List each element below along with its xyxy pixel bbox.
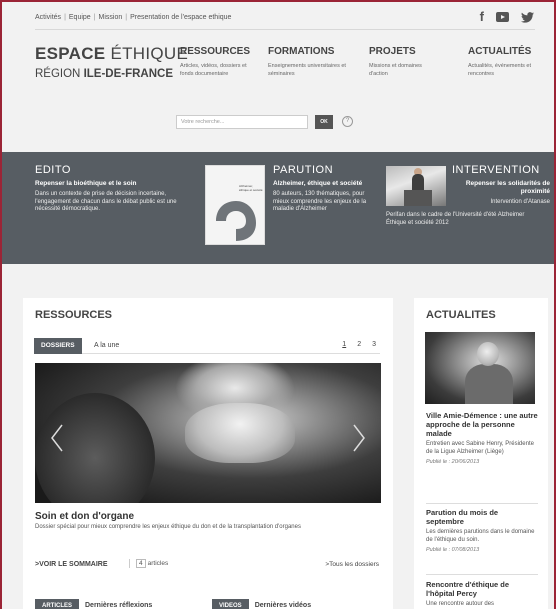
search-button[interactable]: OK: [315, 115, 333, 129]
article-count-number: 4: [136, 559, 146, 568]
videos-tabbar: VIDEOS Dernières vidéos: [212, 594, 311, 609]
parution-block[interactable]: PARUTION Alzheimer, éthique et société 8…: [273, 164, 373, 214]
edito-heading: EDITO: [35, 164, 71, 176]
news-desc: Entretien avec Sabine Henry, Présidente …: [426, 441, 534, 455]
hero-image[interactable]: [35, 363, 381, 503]
hero-footer: >VOIR LE SOMMAIRE 4 articles >Tous les do…: [35, 556, 381, 574]
parution-text: 80 auteurs, 130 thématiques, pour mieux …: [273, 191, 367, 212]
actualite-photo[interactable]: [425, 332, 535, 404]
photo-person-face: [477, 342, 499, 366]
intervention-text: Perifan dans le cadre de l'Université d'…: [386, 212, 525, 226]
article-count-label: articles: [147, 560, 169, 567]
intervention-block[interactable]: INTERVENTION Repenser les solidarités de…: [452, 164, 552, 207]
intervention-text-right: Intervention d'Atanase: [490, 199, 550, 205]
top-divider: [35, 29, 535, 30]
logo-espace: ESPACE: [35, 44, 106, 63]
intervention-subtitle: Repenser les solidarités de proximité: [465, 180, 550, 195]
search-input[interactable]: Votre recherche...: [176, 115, 308, 129]
nav-title: ACTUALITÉS: [468, 46, 532, 57]
news-date: Publié le : 07/08/2013: [426, 547, 480, 553]
top-link-mission[interactable]: Mission: [99, 14, 123, 21]
news-desc: Les dernières parutions dans le domaine …: [426, 529, 535, 543]
news-divider: [426, 503, 538, 504]
actualites-title: ACTUALITES: [426, 309, 496, 321]
social-links: f: [480, 10, 534, 24]
top-link-activites[interactable]: Activités: [35, 14, 61, 21]
dossiers-tabbar: DOSSIERS A la une 1 2 3: [34, 338, 380, 354]
voir-sommaire-link[interactable]: >VOIR LE SOMMAIRE: [35, 561, 108, 568]
featured-band: EDITO Repenser la bioéthique et le soin …: [2, 152, 554, 264]
articles-tabbar: ARTICLES Dernières réflexions: [35, 594, 152, 609]
page-frame: Activités | Equipe | Mission | Presentation de…: [0, 0, 556, 609]
edito-block[interactable]: EDITO Repenser la bioéthique et le soin …: [35, 164, 200, 214]
logo-region: RÉGION: [35, 68, 84, 80]
nav-desc: Enseignements universitaires et séminair…: [268, 63, 346, 77]
tab-a-la-une: A la une: [94, 342, 120, 349]
news-title: Rencontre d'éthique de l'hôpital Percy: [426, 580, 510, 598]
nav-title: RESSOURCES: [180, 46, 251, 57]
nav-desc: Missions et domaines d'action: [369, 63, 422, 77]
edito-text: Dans un contexte de prise de décision in…: [35, 191, 177, 212]
news-item[interactable]: Ville Amie-Démence : une autre approche …: [426, 411, 538, 465]
nav-desc: Articles, vidéos, dossiers et fonds docu…: [180, 63, 247, 77]
news-item[interactable]: Parution du mois de septembre Les derniè…: [426, 508, 538, 553]
parution-subtitle: Alzheimer, éthique et société: [273, 180, 363, 187]
news-title: Ville Amie-Démence : une autre approche …: [426, 411, 538, 438]
nav-projets[interactable]: PROJETS Missions et domaines d'action: [369, 46, 439, 78]
hero-title[interactable]: Soin et don d'organe: [35, 511, 134, 522]
prev-arrow-icon[interactable]: [49, 423, 65, 453]
photo-person-body: [465, 364, 513, 404]
tab-dossiers[interactable]: DOSSIERS: [34, 338, 82, 354]
ressources-title: RESSOURCES: [35, 309, 113, 321]
tab-videos[interactable]: VIDEOS: [212, 599, 249, 609]
parution-heading: PARUTION: [273, 164, 334, 176]
intervention-heading: INTERVENTION: [452, 164, 540, 176]
nav-title: PROJETS: [369, 46, 416, 57]
tous-dossiers-link[interactable]: >Tous les dossiers: [325, 561, 379, 568]
page-2[interactable]: 2: [357, 341, 361, 348]
nav-ressources[interactable]: RESSOURCES Articles, vidéos, dossiers et…: [180, 46, 260, 78]
site-logo[interactable]: ESPACE ÉTHIQUE RÉGION ILE-DE-FRANCE: [35, 44, 188, 80]
news-date: Publié le : 20/06/2013: [426, 459, 480, 465]
intervention-photo[interactable]: [386, 166, 446, 206]
top-bar: Activités | Equipe | Mission | Presentation de…: [2, 2, 554, 30]
news-divider: [426, 574, 538, 575]
nav-desc: Actualités, événements et rencontres: [468, 63, 531, 77]
logo-ethique: ÉTHIQUE: [105, 44, 189, 63]
book-cover-title: Alzheimer, éthique et société: [239, 184, 263, 192]
book-cover[interactable]: Alzheimer, éthique et société: [205, 165, 265, 245]
top-link-equipe[interactable]: Equipe: [69, 14, 91, 21]
nav-formations[interactable]: FORMATIONS Enseignements universitaires …: [268, 46, 354, 78]
facebook-icon[interactable]: f: [480, 10, 484, 24]
top-links: Activités | Equipe | Mission | Presentation de…: [35, 14, 232, 21]
help-icon[interactable]: ?: [342, 116, 353, 127]
tab-articles[interactable]: ARTICLES: [35, 599, 79, 609]
hero-description: Dossier spécial pour mieux comprendre le…: [35, 524, 301, 530]
logo-idf: ILE-DE-FRANCE: [83, 68, 174, 80]
youtube-icon[interactable]: [496, 12, 509, 22]
podium: [404, 190, 432, 206]
book-cover-graphic: [216, 201, 256, 241]
nav-actualites[interactable]: ACTUALITÉS Actualités, événements et ren…: [468, 46, 548, 78]
next-arrow-icon[interactable]: [351, 423, 367, 453]
tab-dernieres-reflexions: Dernières réflexions: [85, 602, 153, 609]
nav-title: FORMATIONS: [268, 46, 335, 57]
hero-surgeon-cap: [185, 403, 295, 463]
top-link-presentation[interactable]: Presentation de l'espace ethique: [130, 14, 231, 21]
tab-dernieres-videos: Dernières vidéos: [254, 602, 312, 609]
page-3[interactable]: 3: [372, 341, 376, 348]
news-title: Parution du mois de septembre: [426, 508, 499, 526]
pager: 1 2 3: [342, 341, 376, 348]
news-desc: Une rencontre autour des: [426, 601, 495, 607]
twitter-icon[interactable]: [521, 12, 534, 23]
page-1[interactable]: 1: [342, 341, 346, 348]
news-item[interactable]: Rencontre d'éthique de l'hôpital Percy U…: [426, 580, 538, 609]
article-count: 4 articles: [129, 559, 168, 568]
edito-subtitle: Repenser la bioéthique et le soin: [35, 180, 137, 187]
